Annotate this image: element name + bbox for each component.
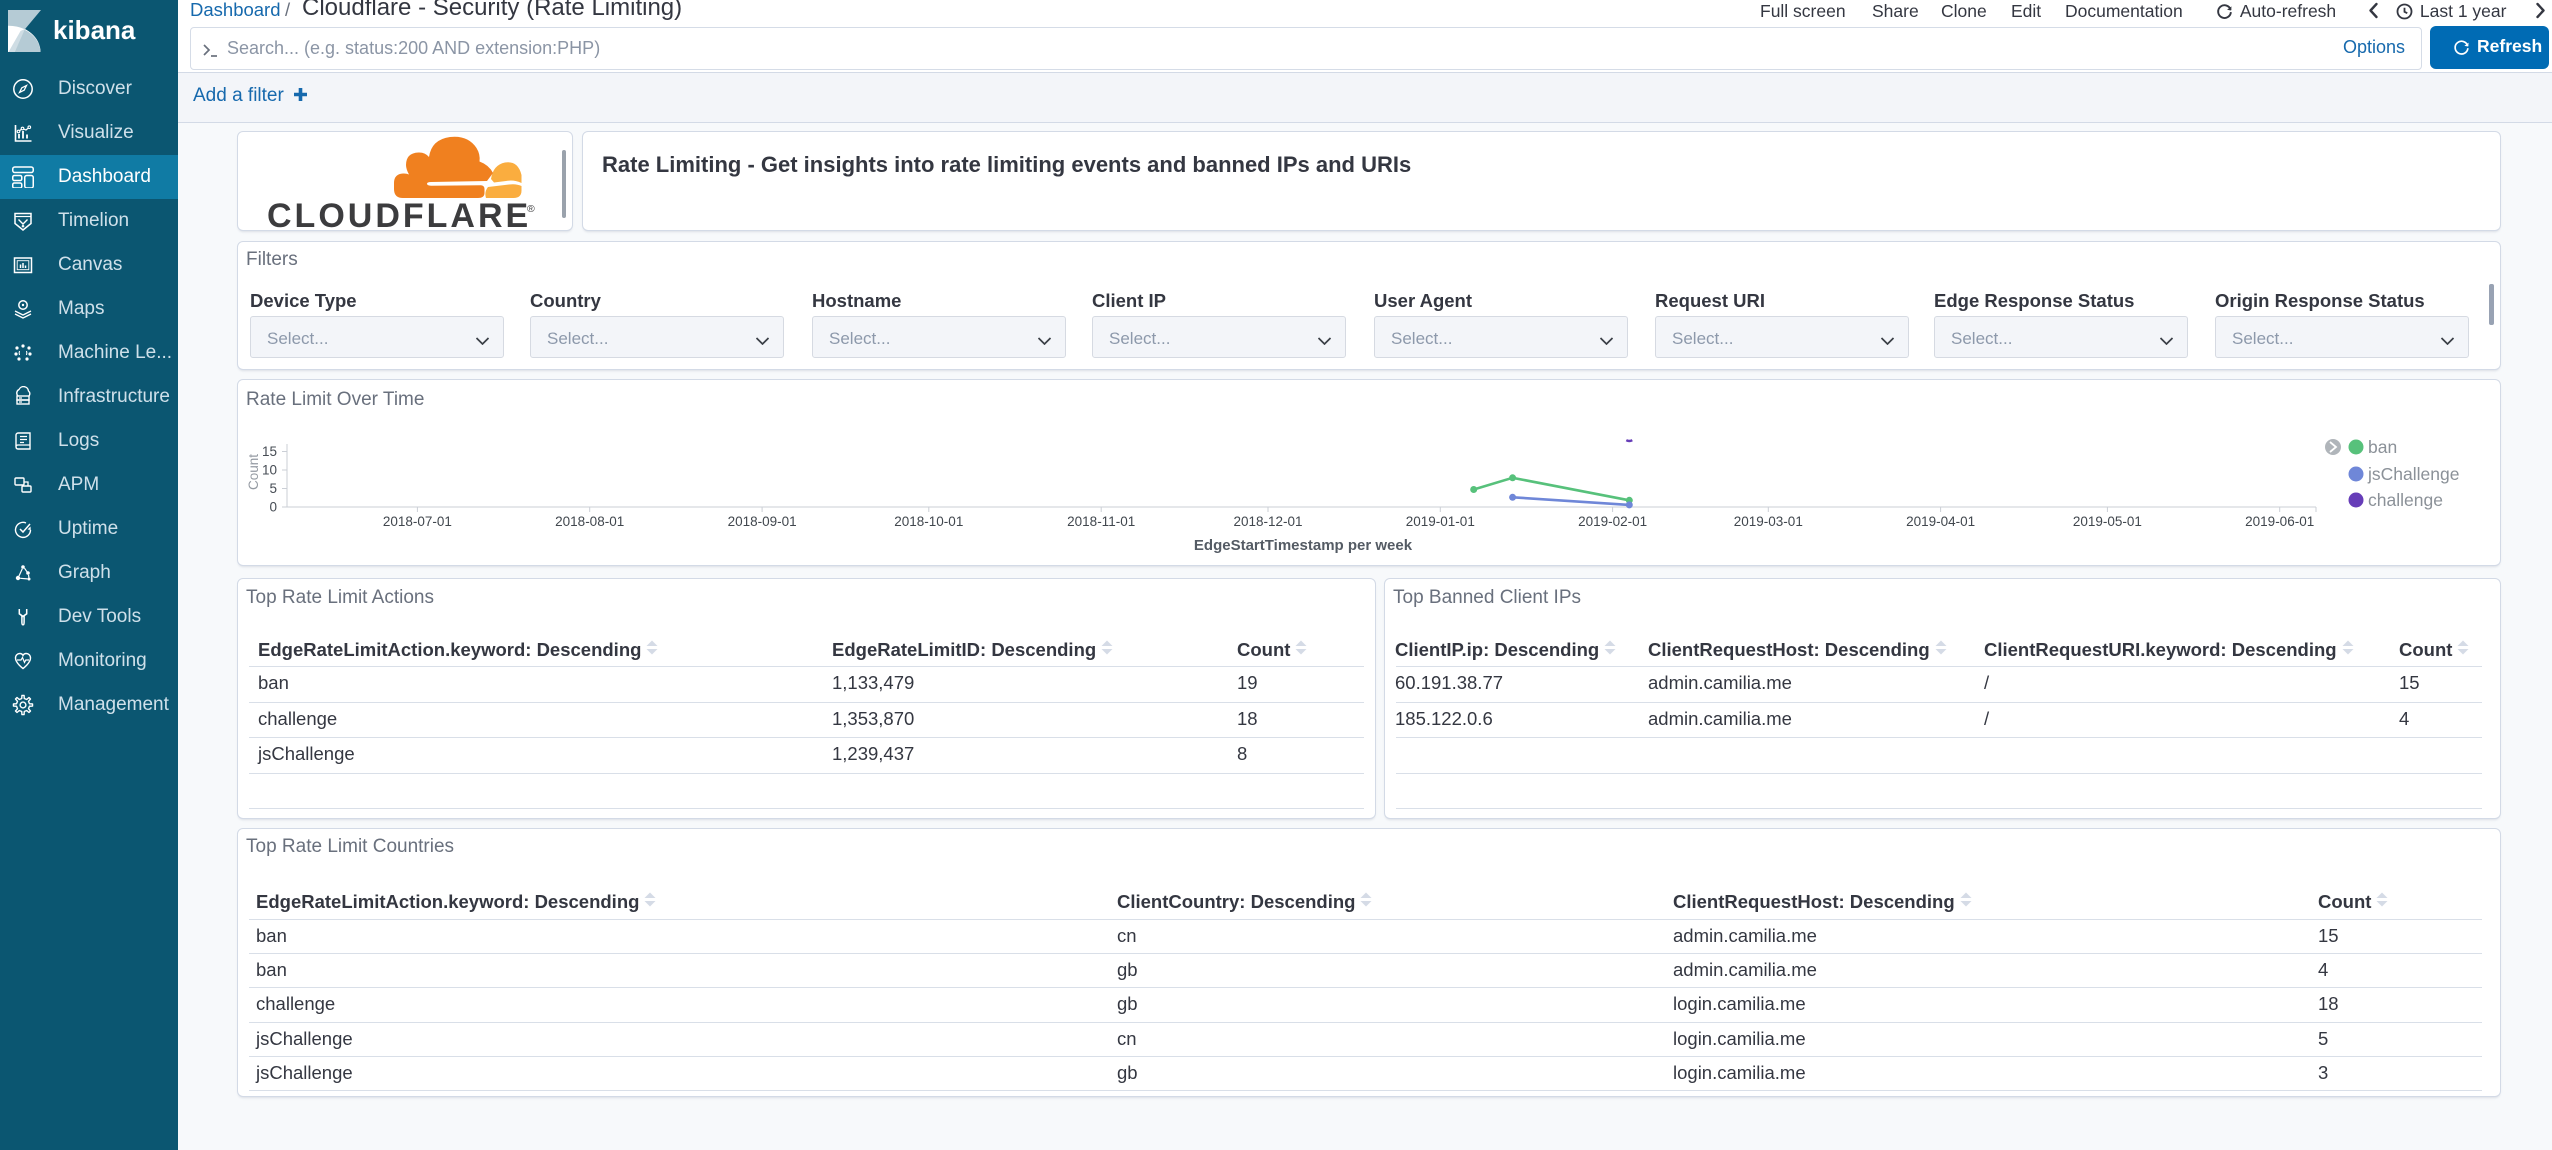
svg-text:jsChallenge: jsChallenge — [2367, 464, 2459, 484]
svg-text:Count: Count — [246, 454, 261, 490]
svg-text:2019-03-01: 2019-03-01 — [1734, 514, 1803, 529]
svg-text:2019-04-01: 2019-04-01 — [1906, 514, 1975, 529]
svg-text:ban: ban — [2368, 437, 2397, 457]
svg-text:10: 10 — [262, 463, 277, 478]
svg-text:2018-12-01: 2018-12-01 — [1233, 514, 1302, 529]
svg-text:2018-11-01: 2018-11-01 — [1067, 514, 1135, 529]
svg-text:®: ® — [527, 203, 535, 215]
svg-text:0: 0 — [269, 500, 277, 515]
svg-text:15: 15 — [262, 444, 277, 459]
svg-text:5: 5 — [269, 481, 277, 496]
svg-text:CLOUDFLARE: CLOUDFLARE — [267, 197, 531, 231]
svg-text:EdgeStartTimestamp per week: EdgeStartTimestamp per week — [1194, 537, 1413, 554]
svg-text:2018-09-01: 2018-09-01 — [728, 514, 797, 529]
svg-text:challenge: challenge — [2368, 490, 2443, 510]
svg-text:2018-07-01: 2018-07-01 — [383, 514, 452, 529]
svg-text:2019-05-01: 2019-05-01 — [2073, 514, 2142, 529]
svg-text:2019-01-01: 2019-01-01 — [1406, 514, 1475, 529]
svg-text:2019-06-01: 2019-06-01 — [2245, 514, 2314, 529]
svg-text:2019-02-01: 2019-02-01 — [1578, 514, 1647, 529]
svg-text:2018-08-01: 2018-08-01 — [555, 514, 624, 529]
svg-text:2018-10-01: 2018-10-01 — [894, 514, 963, 529]
